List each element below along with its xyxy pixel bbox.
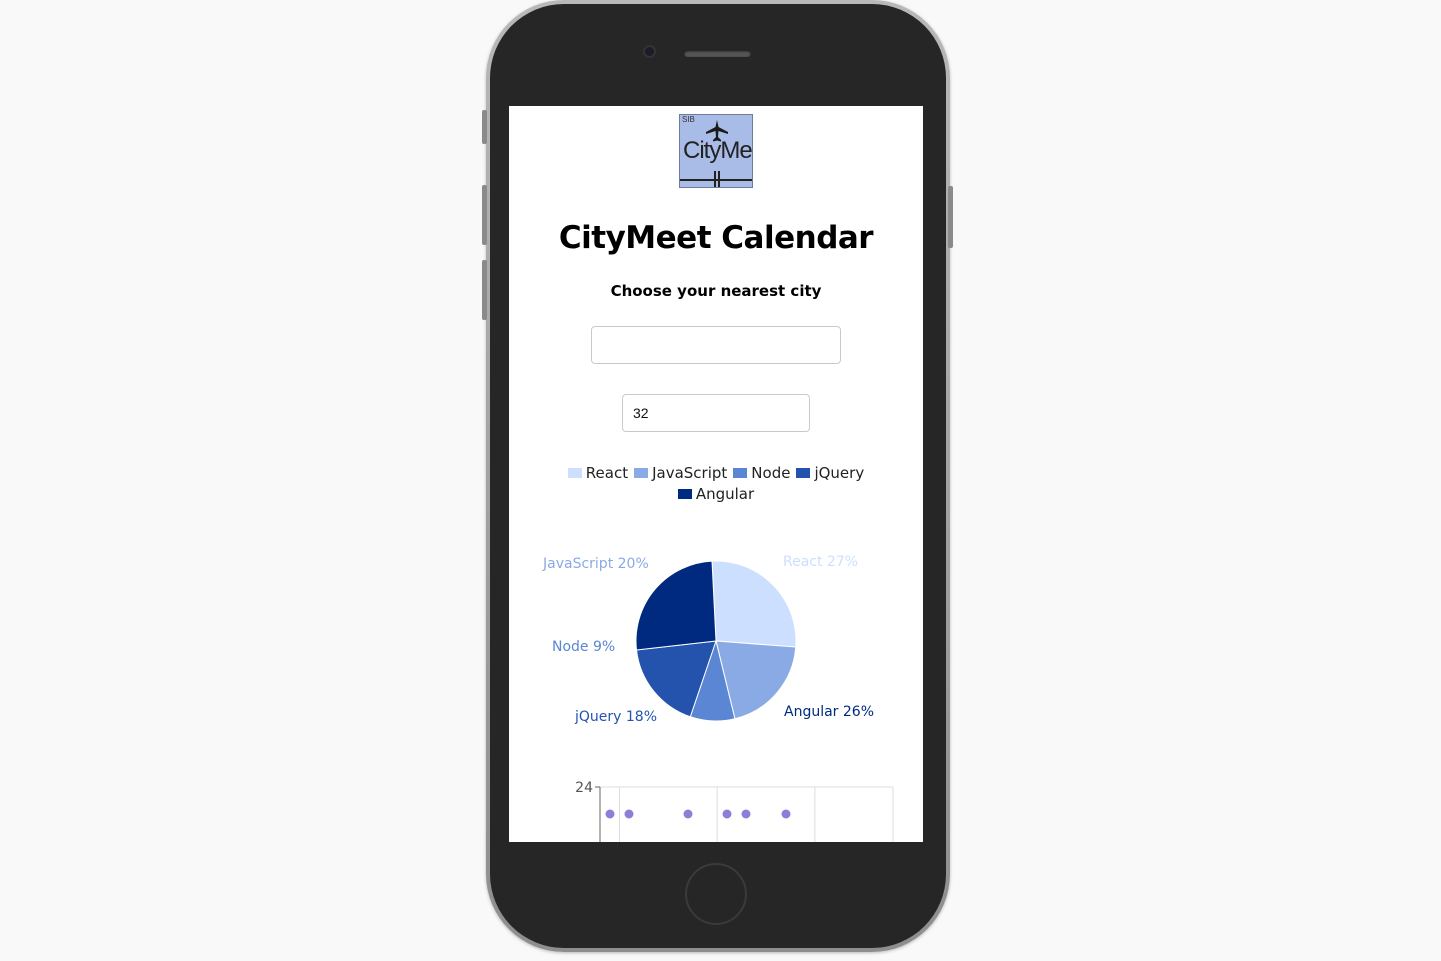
scatter-point[interactable] (722, 809, 732, 819)
citymeet-logo: SIB CityMeet (679, 114, 753, 188)
app-screen: SIB CityMeet CityMeet Calendar Choose yo… (509, 106, 923, 842)
pie-slice-react[interactable] (711, 560, 797, 648)
legend-label: Angular (695, 485, 755, 503)
city-search-input[interactable] (591, 326, 841, 364)
scatter-point[interactable] (741, 809, 751, 819)
pie-slice-angular[interactable] (635, 560, 717, 651)
mute-switch (482, 110, 487, 144)
speaker-grille (684, 50, 751, 57)
screenshot-stage: SIB CityMeet CityMeet Calendar Choose yo… (0, 0, 1441, 961)
legend-item-javascript[interactable]: JavaScript (634, 463, 727, 484)
legend-swatch (634, 468, 649, 478)
legend-swatch (567, 468, 582, 478)
volume-down-button (482, 260, 487, 320)
legend-label: Node (751, 464, 791, 482)
pie-legend: React JavaScript Node jQuery Angular (539, 463, 893, 505)
scatter-point[interactable] (605, 809, 615, 819)
pie-label-node: Node 9% (552, 639, 615, 655)
page-title: CityMeet Calendar (558, 220, 874, 256)
legend-label: React (585, 464, 629, 482)
city-prompt: Choose your nearest city (610, 282, 822, 300)
scatter-point[interactable] (683, 809, 693, 819)
home-button[interactable] (685, 863, 747, 925)
pie-label-javascript: JavaScript 20% (542, 556, 649, 572)
logo-road (680, 179, 752, 181)
legend-item-jquery[interactable]: jQuery (796, 463, 864, 484)
legend-item-node[interactable]: Node (733, 463, 790, 484)
legend-swatch (677, 489, 692, 499)
legend-swatch (733, 468, 748, 478)
front-camera-icon (645, 47, 654, 56)
logo-small-text: SIB (682, 115, 695, 124)
scatter-point[interactable] (781, 809, 791, 819)
pie-label-jquery: jQuery 18% (574, 709, 657, 725)
pie-label-react: React 27% (783, 554, 858, 570)
events-scatter-chart: 24 (575, 780, 894, 842)
legend-label: JavaScript (652, 464, 728, 482)
scatter-point[interactable] (624, 809, 634, 819)
legend-item-angular[interactable]: Angular (677, 484, 755, 505)
topic-pie-chart: React 27% JavaScript 20% Node 9% jQuery 18%… (542, 554, 874, 725)
pie-label-angular: Angular 26% (784, 704, 874, 720)
legend-item-react[interactable]: React (567, 463, 629, 484)
volume-up-button (482, 185, 487, 245)
logo-text: CityMeet (683, 137, 752, 164)
number-of-events-input[interactable] (622, 394, 810, 432)
power-button (948, 186, 953, 248)
legend-label: jQuery (814, 464, 865, 482)
scatter-y-tick-label: 24 (575, 780, 593, 796)
legend-swatch (796, 468, 811, 478)
